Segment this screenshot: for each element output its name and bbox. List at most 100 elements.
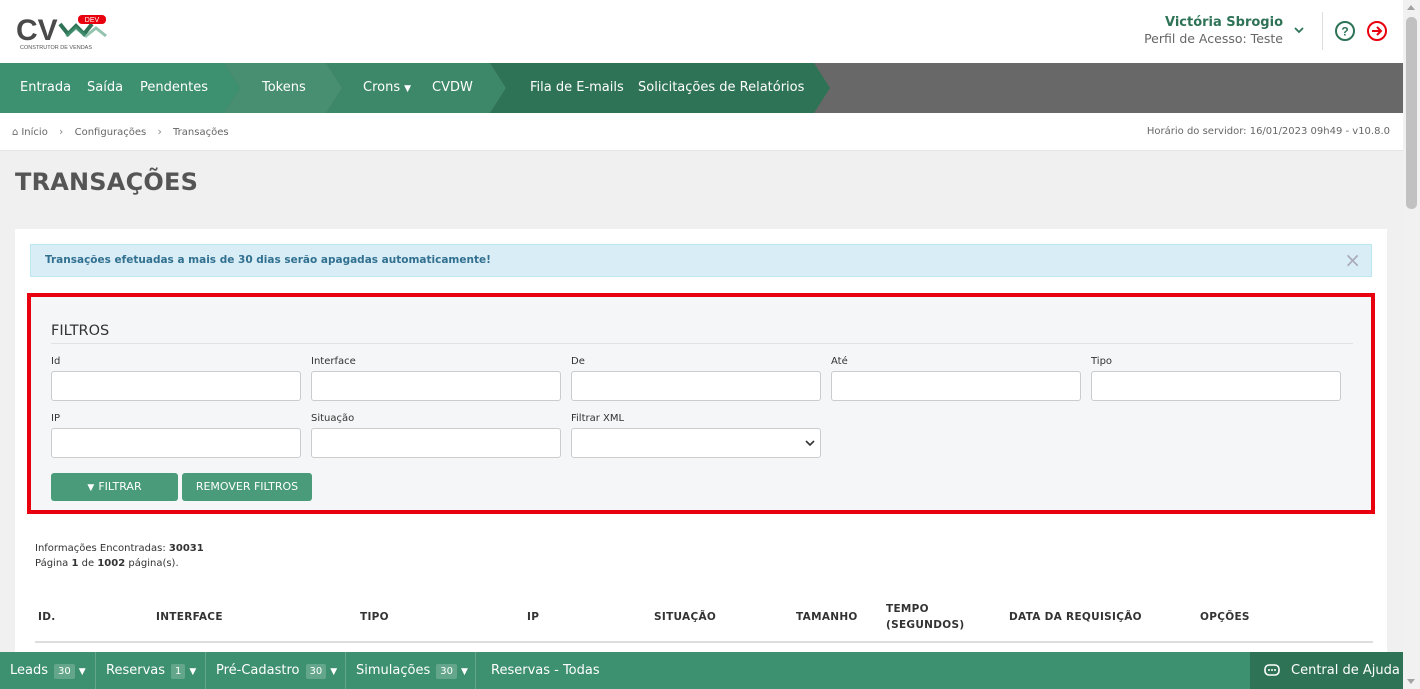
column-tamanho[interactable]: TAMANHO [796,593,858,641]
ip-input[interactable] [51,428,301,458]
bottom-reservas-todas[interactable]: Reservas - Todas [491,652,600,689]
bottom-simulacoes-label: Simulações [356,663,431,678]
breadcrumb: ⌂ Início › Configurações › Transações [12,113,237,151]
bottom-simulacoes[interactable]: Simulações 30 ▼ [356,652,468,689]
question-circle-icon[interactable]: ? [1334,20,1356,42]
user-menu[interactable]: Victória Sbrogio Perfil de Acesso: Teste [1144,15,1283,47]
breadcrumb-separator: › [157,125,162,138]
scroll-down-arrow[interactable] [1407,679,1415,684]
page-scrollbar[interactable] [1403,0,1420,689]
nav-crons-label: Crons [363,80,401,95]
main-nav: Entrada Saída Pendentes Tokens Crons ▼ CV… [0,63,1403,113]
interface-input[interactable] [311,371,561,401]
nav-cvdw[interactable]: CVDW [432,63,473,113]
funnel-icon: ▼ [87,483,95,493]
results-count-line: Informações Encontradas: 30031 [35,541,204,556]
breadcrumb-bar: ⌂ Início › Configurações › Transações Hor… [0,113,1403,151]
interface-label: Interface [311,356,356,367]
close-icon[interactable]: × [1344,245,1361,275]
scroll-thumb[interactable] [1406,17,1417,209]
ate-input[interactable] [831,371,1081,401]
logo-badge: DEV [85,17,100,24]
remove-filters-button[interactable]: REMOVER FILTROS [182,473,312,501]
id-label: Id [51,356,61,367]
breadcrumb-separator: › [59,125,64,138]
results-page-line: Página 1 de 1002 página(s). [35,556,204,571]
bottom-pre-cadastro-label: Pré-Cadastro [216,663,300,678]
server-time: Horário do servidor: 16/01/2023 09h49 - … [1146,126,1390,137]
page-current: 1 [71,558,79,569]
nav-tokens[interactable]: Tokens [262,63,306,113]
situacao-label: Situação [311,413,355,424]
bottom-divider [95,652,96,689]
column-tipo[interactable]: TIPO [360,593,389,641]
tipo-label: Tipo [1091,356,1113,367]
user-profile: Perfil de Acesso: Teste [1144,31,1283,46]
situacao-input[interactable] [311,428,561,458]
help-center-button[interactable]: Central de Ajuda [1250,652,1403,689]
results-count-label: Informações Encontradas: [35,543,166,554]
table-header: ID. INTERFACE TIPO IP SITUAÇÃO TAMANHO T… [35,593,1373,643]
bottom-simulacoes-count: 30 [436,664,457,679]
tipo-input[interactable] [1091,371,1341,401]
column-tempo[interactable]: TEMPO (SEGUNDOS) [886,593,971,641]
bottom-divider [475,652,476,689]
cv-logo[interactable]: CV DEV CONSTRUTOR DE VENDAS [16,12,111,52]
filters-panel: FILTROS Id Interface De Até Tipo IP Situ… [27,293,1375,514]
chevron-down-icon: ▼ [189,667,197,677]
xml-select[interactable] [571,428,821,458]
info-alert: Transações efetuadas a mais de 30 dias s… [30,244,1372,277]
id-input[interactable] [51,371,301,401]
filters-divider [51,343,1353,344]
ip-label: IP [51,413,60,424]
de-input[interactable] [571,371,821,401]
nav-saida[interactable]: Saída [87,63,123,113]
logo-text: CV [16,14,58,47]
header-divider [1322,12,1323,50]
column-situacao[interactable]: SITUAÇÃO [654,593,716,641]
filters-title: FILTROS [51,323,110,339]
svg-text:?: ? [1341,25,1348,39]
chevron-down-icon [805,440,815,447]
user-name: Victória Sbrogio [1164,15,1283,30]
bottom-divider [345,652,346,689]
chevron-down-icon: ▼ [460,667,468,677]
results-summary: Informações Encontradas: 30031 Página 1 … [35,541,204,571]
page-of: de [81,558,95,569]
bottom-pre-cadastro[interactable]: Pré-Cadastro 30 ▼ [216,652,337,689]
column-data-requisicao[interactable]: DATA DA REQUISIÇÃO [1009,593,1142,641]
bottom-leads-label: Leads [10,663,49,678]
bottom-pre-cadastro-count: 30 [305,664,327,679]
filter-button-label: FILTRAR [98,480,142,493]
breadcrumb-transacoes: Transações [173,127,229,138]
nav-fila-emails[interactable]: Fila de E-mails [530,63,624,113]
chevron-down-icon[interactable] [1293,24,1305,36]
bottom-leads[interactable]: Leads 30 ▼ [10,652,86,689]
breadcrumb-inicio[interactable]: Início [21,127,47,138]
column-id[interactable]: ID. [38,593,56,641]
bottom-bar: Leads 30 ▼ Reservas 1 ▼ Pré-Cadastro 30 ▼ Simu… [0,652,1403,689]
de-label: De [571,356,585,367]
home-icon[interactable]: ⌂ [12,127,18,138]
filter-button[interactable]: ▼ FILTRAR [51,473,178,501]
chevron-down-icon: ▼ [330,667,338,677]
nav-pendentes[interactable]: Pendentes [140,63,208,113]
nav-solicitacoes-relatorios[interactable]: Solicitações de Relatórios [638,63,804,113]
bottom-reservas[interactable]: Reservas 1 ▼ [106,652,196,689]
nav-entrada[interactable]: Entrada [20,63,71,113]
ate-label: Até [831,356,848,367]
page-prefix: Página [35,558,69,569]
bottom-reservas-count: 1 [171,664,186,679]
column-interface[interactable]: INTERFACE [156,593,223,641]
results-count: 30031 [168,543,204,554]
column-ip[interactable]: IP [527,593,539,641]
logo-subtitle: CONSTRUTOR DE VENDAS [20,45,92,51]
chat-bubble-icon [1264,664,1280,676]
bottom-reservas-label: Reservas [106,663,165,678]
bottom-leads-count: 30 [54,664,75,679]
breadcrumb-configuracoes[interactable]: Configurações [75,127,147,138]
sign-out-icon[interactable] [1366,20,1388,42]
scroll-up-arrow[interactable] [1407,5,1415,10]
page-suffix: página(s). [128,558,179,569]
nav-crons[interactable]: Crons ▼ [363,63,411,113]
